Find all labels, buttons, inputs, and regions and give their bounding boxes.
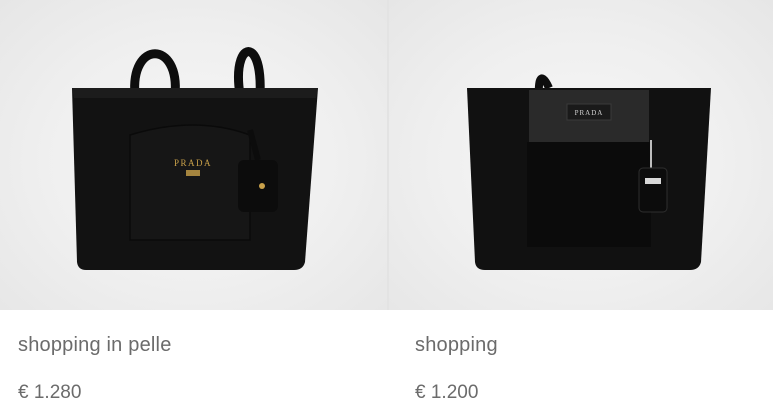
product-card-shopping-in-pelle[interactable]: PRADA shopping in pelle € 1.280 bbox=[0, 0, 387, 419]
bag-pocket bbox=[527, 142, 651, 247]
product-price: € 1.280 bbox=[18, 382, 82, 403]
tote-bag-image: PRADA bbox=[467, 74, 711, 270]
tote-bag-image: PRADA bbox=[72, 47, 318, 270]
product-name[interactable]: shopping in pelle bbox=[18, 334, 172, 357]
product-card-shopping[interactable]: PRADA shopping € 1.200 bbox=[389, 0, 773, 419]
product-grid: PRADA shopping in pelle € 1.280 PRADA sh… bbox=[0, 0, 773, 419]
luggage-tag bbox=[638, 167, 668, 213]
product-price: € 1.200 bbox=[415, 382, 479, 403]
product-image[interactable]: PRADA bbox=[0, 0, 387, 310]
product-name[interactable]: shopping bbox=[415, 334, 498, 357]
bag-charm bbox=[238, 160, 278, 212]
prada-logo: PRADA bbox=[174, 158, 212, 168]
product-image[interactable]: PRADA bbox=[389, 0, 773, 310]
prada-logo: PRADA bbox=[575, 109, 604, 117]
bag-pocket bbox=[129, 124, 251, 241]
